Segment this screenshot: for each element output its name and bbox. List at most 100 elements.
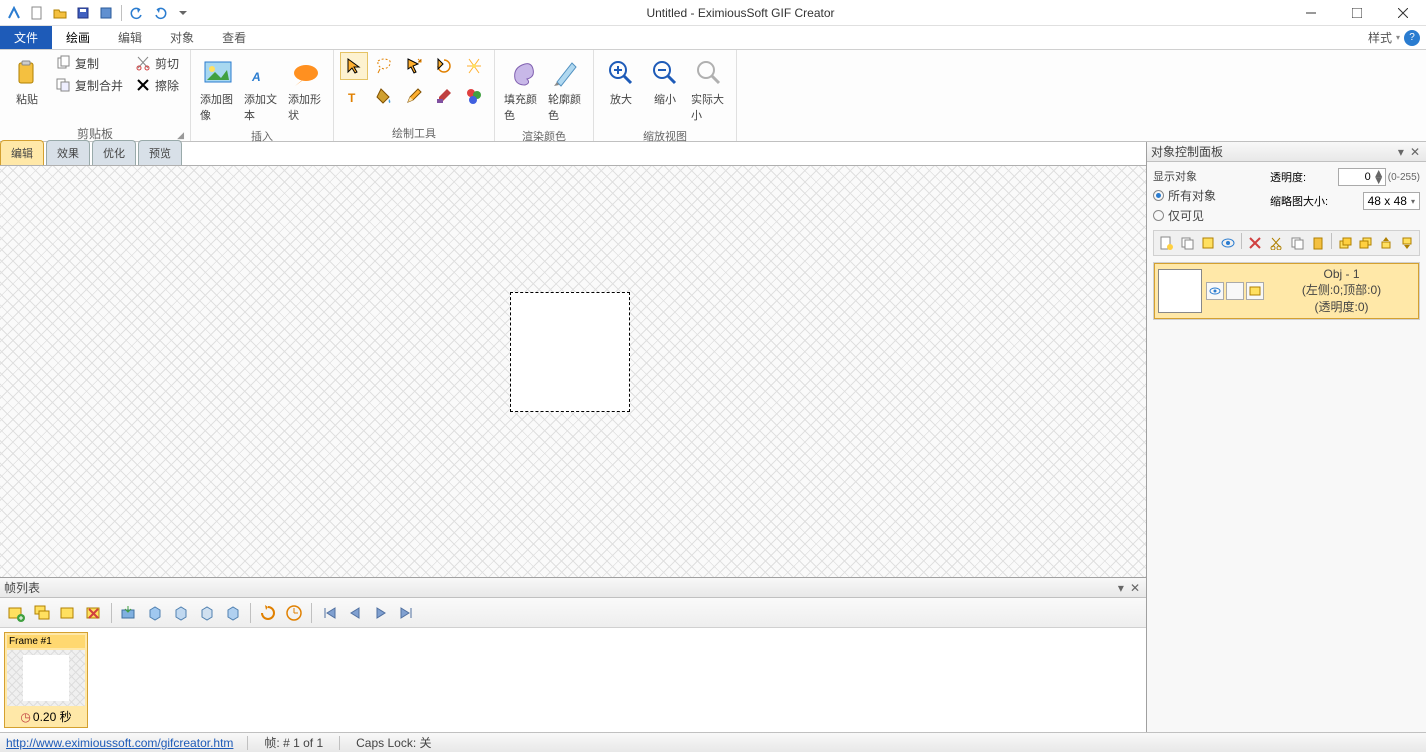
tab-edit[interactable]: 编辑 — [0, 140, 44, 165]
obj-eye-icon[interactable] — [1206, 282, 1224, 300]
obj-front-icon[interactable] — [1335, 233, 1355, 253]
frame-import-icon[interactable] — [117, 601, 141, 625]
panel-menu-icon[interactable]: ▾ — [1396, 145, 1406, 159]
fill-color-button[interactable]: 填充颜色 — [501, 52, 543, 128]
obj-dup-icon[interactable] — [1177, 233, 1197, 253]
zoom-in-button[interactable]: 放大 — [600, 52, 642, 112]
tool-bucket[interactable] — [370, 82, 398, 110]
frame-cube3-icon[interactable] — [195, 601, 219, 625]
status-url[interactable]: http://www.eximioussoft.com/gifcreator.h… — [0, 736, 239, 750]
obj-img-icon[interactable] — [1246, 282, 1264, 300]
object-panel-header: 对象控制面板 ▾ ✕ — [1147, 142, 1426, 162]
close-button[interactable] — [1380, 0, 1426, 26]
help-icon[interactable]: ? — [1404, 30, 1420, 46]
tab-preview[interactable]: 预览 — [138, 140, 182, 165]
frame-last-icon[interactable] — [395, 601, 419, 625]
opacity-input[interactable]: ▲▼ — [1338, 168, 1386, 186]
obj-down-icon[interactable] — [1397, 233, 1417, 253]
obj-vis-icon[interactable] — [1218, 233, 1238, 253]
left-tabs: 编辑 效果 优化 预览 — [0, 142, 1146, 166]
save-icon[interactable] — [73, 3, 93, 23]
obj-cut-icon[interactable] — [1266, 233, 1286, 253]
paste-button[interactable]: 粘贴 — [6, 52, 48, 112]
frame-refresh-icon[interactable] — [256, 601, 280, 625]
radio-all-objects[interactable]: 所有对象 — [1153, 187, 1264, 204]
frame-dup-icon[interactable] — [30, 601, 54, 625]
undo-icon[interactable] — [127, 3, 147, 23]
copy-merge-button[interactable]: 复制合并 — [50, 74, 128, 96]
tool-wand[interactable] — [460, 52, 488, 80]
frame-cube1-icon[interactable] — [143, 601, 167, 625]
panel-close-icon[interactable]: ✕ — [1128, 581, 1142, 595]
clipboard-launcher-icon[interactable]: ◢ — [177, 130, 184, 141]
menu-draw[interactable]: 绘画 — [52, 26, 104, 49]
tool-gradient[interactable] — [460, 82, 488, 110]
frame-panel-header: 帧列表 ▾ ✕ — [0, 578, 1146, 598]
tool-lasso[interactable] — [370, 52, 398, 80]
show-objects-label: 显示对象 — [1153, 168, 1264, 184]
obj-copy-icon[interactable] — [1287, 233, 1307, 253]
opacity-label: 透明度: — [1270, 169, 1306, 185]
frame-edit-icon[interactable] — [56, 601, 80, 625]
tool-brush[interactable] — [430, 82, 458, 110]
menu-file[interactable]: 文件 — [0, 26, 52, 49]
window-controls — [1288, 0, 1426, 26]
ribbon-group-zoom: 放大 缩小 实际大小 缩放视图 — [594, 50, 737, 141]
frame-first-icon[interactable] — [317, 601, 341, 625]
panel-menu-icon[interactable]: ▾ — [1116, 581, 1126, 595]
tool-move[interactable] — [400, 52, 428, 80]
tool-select[interactable] — [340, 52, 368, 80]
qat-customize-icon[interactable] — [173, 3, 193, 23]
copy-button[interactable]: 复制 — [50, 52, 128, 74]
frame-del-icon[interactable] — [82, 601, 106, 625]
zoom-out-button[interactable]: 缩小 — [644, 52, 686, 112]
tab-optimize[interactable]: 优化 — [92, 140, 136, 165]
tool-pencil[interactable] — [400, 82, 428, 110]
outline-color-button[interactable]: 轮廓颜色 — [545, 52, 587, 128]
obj-up-icon[interactable] — [1376, 233, 1396, 253]
obj-back-icon[interactable] — [1355, 233, 1375, 253]
add-shape-button[interactable]: 添加形状 — [285, 52, 327, 128]
panel-close-icon[interactable]: ✕ — [1408, 145, 1422, 159]
menu-view[interactable]: 查看 — [208, 26, 260, 49]
radio-only-visible[interactable]: 仅可见 — [1153, 207, 1264, 224]
new-icon[interactable] — [27, 3, 47, 23]
cut-button[interactable]: 剪切 — [130, 52, 184, 74]
frame-prev-icon[interactable] — [343, 601, 367, 625]
frame-time-icon[interactable] — [282, 601, 306, 625]
frame-add-icon[interactable] — [4, 601, 28, 625]
menu-edit[interactable]: 编辑 — [104, 26, 156, 49]
object-panel: 对象控制面板 ▾ ✕ 显示对象 所有对象 仅可见 透明度: ▲▼ — [1146, 142, 1426, 732]
tab-effect[interactable]: 效果 — [46, 140, 90, 165]
obj-paste-icon[interactable] — [1308, 233, 1328, 253]
object-item[interactable]: Obj - 1 (左侧:0;顶部:0) (透明度:0) — [1154, 263, 1419, 319]
tool-rotate[interactable] — [430, 52, 458, 80]
add-text-button[interactable]: A添加文本 — [241, 52, 283, 128]
canvas-object[interactable] — [510, 292, 630, 412]
import-icon[interactable] — [96, 3, 116, 23]
open-icon[interactable] — [50, 3, 70, 23]
add-image-button[interactable]: 添加图像 — [197, 52, 239, 128]
maximize-button[interactable] — [1334, 0, 1380, 26]
tool-text[interactable]: T — [340, 82, 368, 110]
object-list: Obj - 1 (左侧:0;顶部:0) (透明度:0) — [1153, 262, 1420, 320]
frame-cube4-icon[interactable] — [221, 601, 245, 625]
canvas[interactable] — [0, 166, 1146, 577]
app-icon[interactable] — [4, 3, 24, 23]
redo-icon[interactable] — [150, 3, 170, 23]
style-dropdown[interactable]: 样式 — [1368, 29, 1392, 46]
frame-cube2-icon[interactable] — [169, 601, 193, 625]
obj-new-icon[interactable] — [1156, 233, 1176, 253]
obj-del-icon[interactable] — [1245, 233, 1265, 253]
obj-prop-icon[interactable] — [1198, 233, 1218, 253]
zoom-actual-button[interactable]: 实际大小 — [688, 52, 730, 128]
frame-item[interactable]: Frame #1 ◷0.20 秒 — [4, 632, 88, 728]
main-area: 编辑 效果 优化 预览 帧列表 ▾ ✕ — [0, 142, 1426, 732]
thumb-size-combo[interactable]: 48 x 48▾ — [1363, 192, 1420, 210]
minimize-button[interactable] — [1288, 0, 1334, 26]
menu-object[interactable]: 对象 — [156, 26, 208, 49]
frame-next-icon[interactable] — [369, 601, 393, 625]
style-chevron-icon[interactable]: ▾ — [1396, 33, 1400, 42]
obj-lock-icon[interactable] — [1226, 282, 1244, 300]
erase-button[interactable]: 擦除 — [130, 74, 184, 96]
